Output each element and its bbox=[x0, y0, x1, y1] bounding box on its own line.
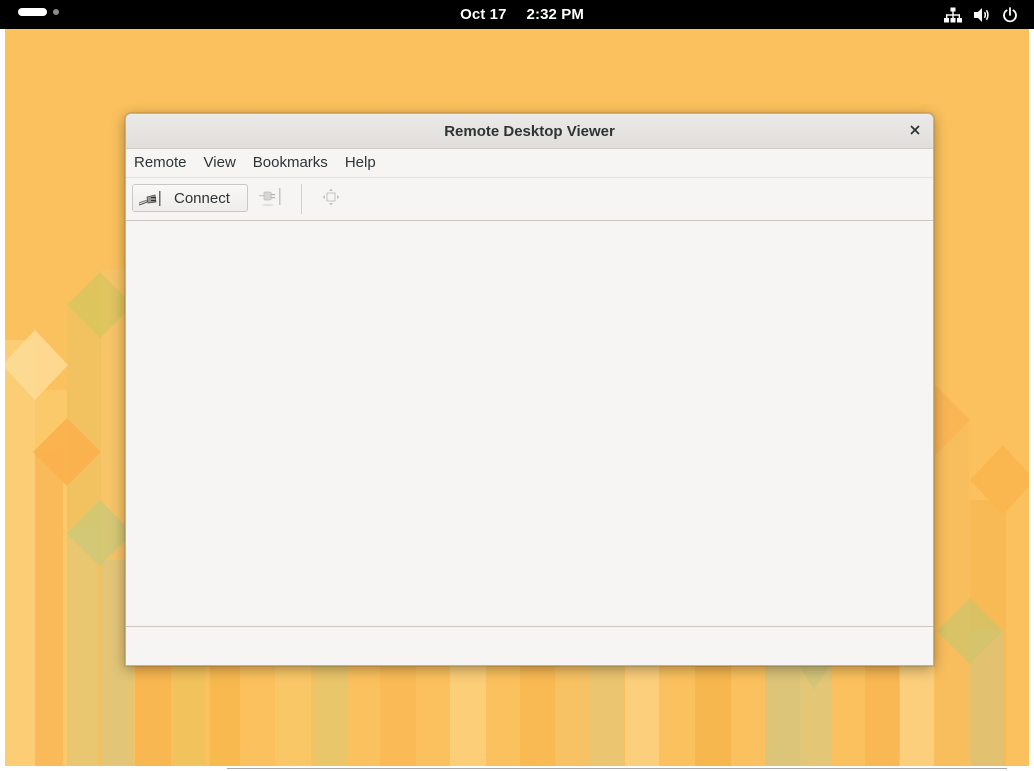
connect-label: Connect bbox=[174, 189, 230, 207]
status-bar bbox=[126, 626, 933, 665]
window-title: Remote Desktop Viewer bbox=[444, 122, 615, 140]
workspace-indicator-active bbox=[18, 8, 47, 16]
remote-view-area[interactable] bbox=[126, 221, 933, 626]
disconnect-button[interactable] bbox=[257, 187, 287, 211]
fullscreen-button[interactable] bbox=[319, 187, 343, 211]
title-bar[interactable]: Remote Desktop Viewer bbox=[126, 114, 933, 149]
time-label: 2:32 PM bbox=[526, 6, 584, 23]
menu-bar: Remote View Bookmarks Help bbox=[126, 149, 933, 178]
menu-remote[interactable]: Remote bbox=[128, 149, 193, 177]
connect-plug-icon bbox=[138, 188, 163, 208]
system-status-menu[interactable] bbox=[944, 4, 1018, 25]
top-bar: Oct 17 2:32 PM bbox=[0, 0, 1034, 29]
volume-icon bbox=[973, 7, 991, 23]
date-label: Oct 17 bbox=[460, 6, 507, 23]
close-button[interactable] bbox=[905, 121, 925, 141]
menu-view[interactable]: View bbox=[198, 149, 242, 177]
workspace-indicator bbox=[53, 9, 59, 15]
activities-button[interactable] bbox=[18, 8, 59, 16]
toolbar: Connect bbox=[126, 178, 933, 221]
date-time-button[interactable]: Oct 17 2:32 PM bbox=[452, 4, 592, 25]
network-wired-icon bbox=[944, 7, 962, 23]
menu-bookmarks[interactable]: Bookmarks bbox=[247, 149, 334, 177]
power-icon bbox=[1002, 6, 1018, 23]
remote-desktop-viewer-window: Remote Desktop Viewer Remote View Bookma… bbox=[125, 113, 934, 666]
menu-help[interactable]: Help bbox=[339, 149, 382, 177]
fullscreen-move-icon bbox=[322, 188, 340, 211]
connect-button[interactable]: Connect bbox=[132, 184, 248, 212]
toolbar-separator bbox=[301, 184, 302, 214]
disconnect-plug-icon bbox=[258, 185, 286, 214]
screen-edge-line bbox=[227, 768, 1007, 769]
close-icon bbox=[910, 122, 920, 140]
